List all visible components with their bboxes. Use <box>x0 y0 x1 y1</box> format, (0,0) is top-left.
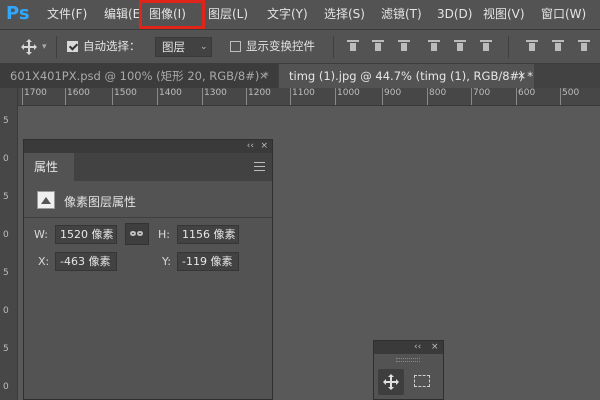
tab-label: timg (1).jpg @ 44.7% (timg (1), RGB/8#) … <box>289 69 534 83</box>
link-dimensions-icon[interactable] <box>125 223 149 245</box>
menu-view[interactable]: 视图(V) <box>483 7 525 21</box>
align-bottom-icon[interactable] <box>398 40 410 52</box>
auto-select-dropdown-value: 图层 <box>162 40 185 54</box>
tab-label: 601X401PX.psd @ 100% (矩形 20, RGB/8#) * <box>10 69 269 83</box>
height-label: H: <box>158 228 170 241</box>
horizontal-ruler: 1700 1600 1500 1400 1300 1200 1100 1000 … <box>18 88 600 106</box>
move-tool-icon[interactable] <box>20 38 38 56</box>
chevron-down-icon: ⌄ <box>200 42 208 52</box>
ruler-tick-label: 5 <box>3 268 9 278</box>
panel-drag-bar[interactable]: ‹‹ × <box>374 341 443 354</box>
ruler-tick-label: 5 <box>3 192 9 202</box>
ruler-tick-label: 1300 <box>202 88 227 105</box>
y-field[interactable]: -119 像素 <box>177 252 239 271</box>
align-left-icon[interactable] <box>428 40 440 52</box>
close-icon[interactable]: × <box>517 64 526 88</box>
menu-edit[interactable]: 编辑(E <box>104 7 140 21</box>
ruler-tick-label: 1100 <box>290 88 315 105</box>
ruler-tick-label: 5 <box>3 116 9 126</box>
align-right-icon[interactable] <box>480 40 492 52</box>
ruler-tick-label: 0 <box>3 154 9 164</box>
section-title: 像素图层属性 <box>64 195 137 209</box>
ruler-tick-label: 600 <box>515 88 536 105</box>
y-label: Y: <box>162 255 171 268</box>
ruler-tick-label: 1000 <box>335 88 360 105</box>
distribute-top-icon[interactable] <box>526 40 538 52</box>
ruler-tick-label: 1400 <box>157 88 182 105</box>
properties-panel: ‹‹ × 属性 像素图层属性 W: 1520 像素 H: 1156 像素 X: … <box>23 139 273 400</box>
ruler-tick-label: 700 <box>470 88 491 105</box>
menu-layer[interactable]: 图层(L) <box>208 7 248 21</box>
menu-bar: Ps 文件(F) 编辑(E 图像(I) 图层(L) 文字(Y) 选择(S) 滤镜… <box>0 0 600 30</box>
menu-select[interactable]: 选择(S) <box>324 7 365 21</box>
height-field[interactable]: 1156 像素 <box>177 225 239 244</box>
auto-select-dropdown[interactable]: 图层 ⌄ <box>155 37 212 57</box>
photoshop-logo: Ps <box>6 3 30 24</box>
menu-file[interactable]: 文件(F) <box>47 7 87 21</box>
close-panel-icon[interactable]: × <box>260 140 268 152</box>
panel-grip[interactable] <box>374 355 443 363</box>
ruler-tick-label: 1500 <box>112 88 137 105</box>
marquee-tool-icon[interactable] <box>414 375 430 387</box>
move-tool-button[interactable] <box>378 369 404 395</box>
document-tab-inactive[interactable]: 601X401PX.psd @ 100% (矩形 20, RGB/8#) * × <box>0 64 278 88</box>
menu-window[interactable]: 窗口(W) <box>541 7 586 21</box>
options-bar: ▾ 自动选择： 图层 ⌄ 显示变换控件 <box>0 30 600 64</box>
menu-3d[interactable]: 3D(D) <box>437 7 472 21</box>
vertical-ruler: 5 0 5 0 5 0 5 0 <box>0 88 18 400</box>
ruler-tick-label: 1700 <box>22 88 47 105</box>
menu-type[interactable]: 文字(Y) <box>267 7 308 21</box>
distribute-bottom-icon[interactable] <box>578 40 590 52</box>
ruler-tick-label: 500 <box>559 88 580 105</box>
pixel-layer-icon <box>37 191 55 209</box>
properties-tab-row: 属性 <box>24 153 272 181</box>
ruler-tick-label: 0 <box>3 382 9 392</box>
menu-image-highlight-box <box>139 0 205 29</box>
document-tab-bar: 601X401PX.psd @ 100% (矩形 20, RGB/8#) * ×… <box>0 64 600 88</box>
x-field[interactable]: -463 像素 <box>55 252 117 271</box>
panel-drag-bar[interactable]: ‹‹ × <box>24 140 272 153</box>
width-label: W: <box>34 228 48 241</box>
ruler-tick-label: 900 <box>381 88 402 105</box>
close-icon[interactable]: × <box>259 64 268 88</box>
ruler-tick-label: 1200 <box>246 88 271 105</box>
ruler-tick-label: 1600 <box>65 88 90 105</box>
ruler-tick-label: 0 <box>3 306 9 316</box>
options-separator <box>333 36 334 58</box>
document-tab-active[interactable]: timg (1).jpg @ 44.7% (timg (1), RGB/8#) … <box>279 64 534 88</box>
move-tool-icon <box>383 374 399 390</box>
x-label: X: <box>38 255 50 268</box>
panel-menu-icon[interactable] <box>254 162 265 171</box>
collapse-panel-icon[interactable]: ‹‹ <box>247 140 254 152</box>
align-horizontal-center-icon[interactable] <box>454 40 466 52</box>
width-field[interactable]: 1520 像素 <box>55 225 117 244</box>
tab-properties[interactable]: 属性 <box>24 153 74 181</box>
close-panel-icon[interactable]: × <box>431 341 439 353</box>
align-vertical-center-icon[interactable] <box>372 40 384 52</box>
options-separator <box>508 36 509 58</box>
align-top-icon[interactable] <box>347 40 359 52</box>
auto-select-checkbox[interactable] <box>67 41 78 52</box>
move-tool-dropdown-arrow-icon[interactable]: ▾ <box>42 40 47 54</box>
distribute-center-icon[interactable] <box>552 40 564 52</box>
options-separator <box>56 36 57 58</box>
ruler-tick-label: 800 <box>426 88 447 105</box>
show-transform-checkbox[interactable] <box>230 41 241 52</box>
menu-filter[interactable]: 滤镜(T) <box>381 7 422 21</box>
tools-panel: ‹‹ × <box>373 340 444 400</box>
divider <box>24 217 272 218</box>
ruler-tick-label: 0 <box>3 230 9 240</box>
ruler-tick-label: 5 <box>3 344 9 354</box>
collapse-panel-icon[interactable]: ‹‹ <box>414 341 421 353</box>
show-transform-label: 显示变换控件 <box>246 39 315 53</box>
auto-select-label: 自动选择： <box>83 39 141 53</box>
